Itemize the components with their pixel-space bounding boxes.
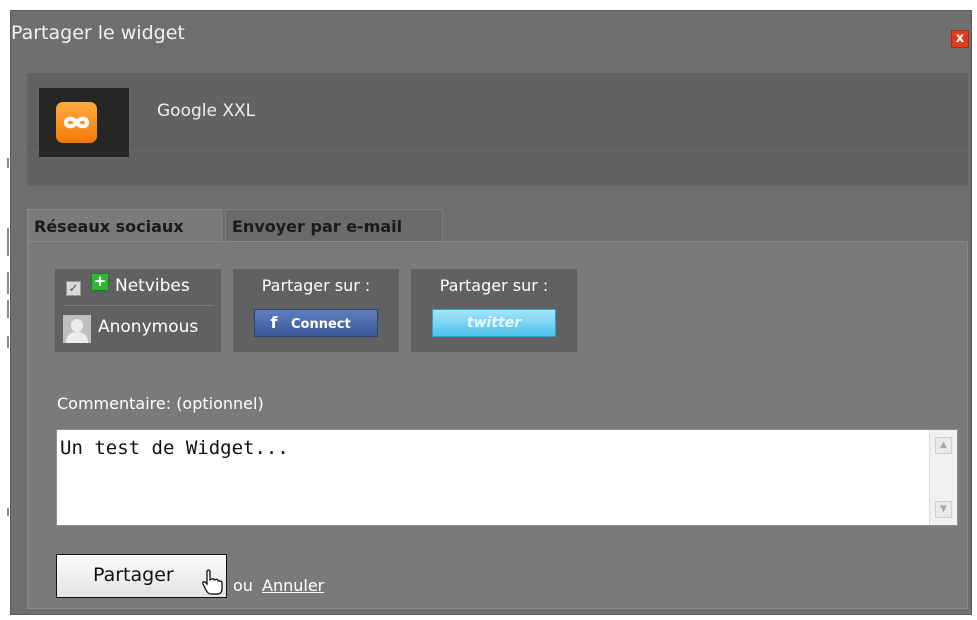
hand-cursor-icon	[202, 569, 223, 595]
tab-send-email[interactable]: Envoyer par e-mail	[225, 209, 443, 242]
widget-name: Google XXL	[157, 101, 256, 121]
netvibes-label: Netvibes	[115, 276, 190, 296]
scroll-up-icon[interactable]: ▲	[935, 437, 952, 454]
share-submit-label: Partager	[93, 564, 174, 586]
netvibes-checkbox[interactable]: ✓	[66, 281, 81, 296]
box-divider	[64, 305, 214, 306]
facebook-share-box: Partager sur : f Connect	[233, 269, 399, 352]
tab-content-social: ✓ + Netvibes Anonymous Partager sur : fC…	[27, 241, 968, 609]
close-icon: x	[955, 31, 965, 46]
comment-textarea[interactable]: Un test de Widget... ▲ ▼	[56, 429, 958, 526]
header-divider	[27, 145, 968, 146]
scroll-down-icon[interactable]: ▼	[935, 501, 952, 518]
left-window-edge	[0, 0, 10, 620]
dialog-title: Partager le widget	[11, 22, 185, 44]
infinity-icon	[56, 102, 97, 143]
widget-header: Google XXL	[27, 73, 968, 186]
twitter-button[interactable]: twitter	[432, 309, 556, 337]
widget-thumbnail	[39, 88, 129, 157]
tab-social-networks[interactable]: Réseaux sociaux	[27, 209, 222, 242]
user-avatar	[63, 315, 91, 343]
close-button[interactable]: x	[951, 30, 969, 48]
comment-scrollbar[interactable]: ▲ ▼	[929, 430, 957, 525]
facebook-connect-label: Connect	[291, 317, 351, 332]
or-text: ou	[233, 576, 253, 595]
facebook-share-label: Partager sur :	[261, 276, 371, 295]
netvibes-plus-icon: +	[91, 273, 109, 291]
facebook-connect-button[interactable]: f Connect	[254, 309, 378, 337]
user-name: Anonymous	[98, 317, 199, 337]
facebook-icon: f	[270, 313, 278, 332]
share-submit-button[interactable]: Partager	[56, 554, 227, 598]
twitter-share-label: Partager sur :	[439, 276, 549, 295]
twitter-share-box: Partager sur : twitter	[411, 269, 577, 352]
twitter-logo-label: twitter	[466, 315, 522, 331]
comment-label: Commentaire: (optionnel)	[57, 394, 264, 413]
cancel-link[interactable]: Annuler	[262, 576, 324, 595]
checkmark-icon: ✓	[68, 281, 79, 295]
plus-icon: +	[93, 272, 107, 290]
dialog-titlebar[interactable]: Partager le widget x	[11, 11, 971, 61]
netvibes-share-box: ✓ + Netvibes Anonymous	[55, 269, 221, 352]
share-widget-dialog: Partager le widget x Google XXL Réseaux …	[10, 10, 972, 615]
comment-text[interactable]: Un test de Widget...	[60, 437, 289, 459]
